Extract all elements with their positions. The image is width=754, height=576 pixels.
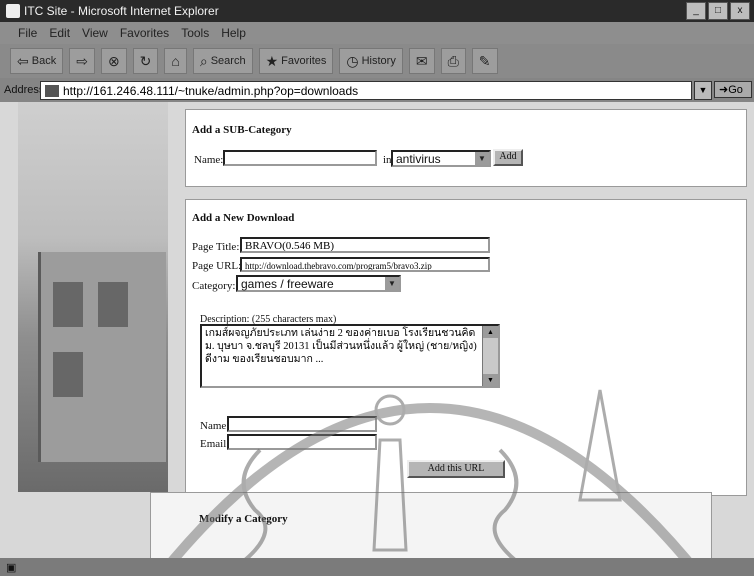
close-button[interactable]: x: [730, 2, 750, 20]
submitter-name-input[interactable]: [227, 416, 377, 432]
forward-button[interactable]: ⇨: [69, 48, 95, 74]
maximize-button[interactable]: □: [708, 2, 728, 20]
building-window: [53, 352, 83, 397]
address-bar: Address http://161.246.48.111/~tnuke/adm…: [0, 78, 754, 102]
home-icon: ⌂: [171, 53, 180, 69]
add-subcategory-button[interactable]: Add: [493, 149, 523, 166]
page-url-input[interactable]: http://download.thebravo.com/program5/br…: [240, 257, 490, 272]
edit-button[interactable]: ✎: [471, 48, 498, 74]
modify-category-heading: Modify a Category: [199, 513, 288, 525]
category-select[interactable]: games / freeware ▼: [236, 275, 401, 292]
modify-category-panel: Modify a Category: [150, 492, 712, 558]
address-dropdown-icon[interactable]: ▼: [694, 81, 712, 100]
description-value: เกมส์ผจญภัยประเภท เล่นง่าย 2 ของค่ายเบอ …: [205, 328, 477, 365]
mail-icon: ✉: [415, 52, 428, 69]
search-button[interactable]: ⌕ Search: [192, 48, 253, 74]
submitter-email-input[interactable]: [227, 434, 377, 450]
page-content: Add a SUB-Category Name: in antivirus ▼ …: [0, 102, 754, 558]
forward-arrow-icon: ⇨: [76, 52, 88, 69]
refresh-button[interactable]: ↻: [132, 48, 159, 74]
subcategory-parent-select[interactable]: antivirus ▼: [391, 150, 491, 167]
page-title-input[interactable]: BRAVO(0.546 MB): [240, 237, 490, 253]
print-button[interactable]: ⎙: [440, 48, 466, 74]
add-url-button[interactable]: Add this URL: [407, 460, 505, 478]
background-building-photo: [18, 102, 168, 492]
category-value: games / freeware: [241, 277, 334, 291]
add-download-panel: Add a New Download Page Title: BRAVO(0.5…: [185, 199, 747, 496]
window-titlebar: ITC Site - Microsoft Internet Explorer _…: [0, 0, 754, 22]
chevron-down-icon: ▼: [475, 152, 489, 165]
print-icon: ⎙: [447, 52, 459, 69]
status-bar: ▣: [0, 558, 754, 576]
page-title-label: Page Title:: [192, 241, 240, 253]
chevron-down-icon: ▼: [385, 277, 399, 290]
subcategory-parent-value: antivirus: [396, 152, 441, 166]
building-window: [53, 282, 83, 327]
minimize-button[interactable]: _: [686, 2, 706, 20]
category-label: Category:: [192, 280, 236, 292]
menu-help[interactable]: Help: [221, 26, 246, 40]
menu-file[interactable]: File: [18, 26, 37, 40]
stop-button[interactable]: ⊗: [100, 48, 127, 74]
browser-toolbar: ⇦ Back ⇨ ⊗ ↻ ⌂ ⌕ Search ★ Favorites ◷ Histor…: [0, 44, 754, 78]
favorites-icon: ★: [265, 52, 279, 69]
menu-bar: File Edit View Favorites Tools Help: [0, 22, 754, 44]
ie-icon: [6, 4, 20, 18]
add-download-heading: Add a New Download: [192, 212, 295, 224]
subcategory-name-label: Name:: [194, 154, 224, 166]
page-url-label: Page URL:: [192, 260, 242, 272]
history-button[interactable]: ◷ History: [339, 48, 403, 74]
submitter-email-label: Email:: [200, 438, 230, 450]
stop-icon: ⊗: [107, 52, 120, 69]
scroll-down-icon[interactable]: ▼: [483, 374, 498, 386]
description-textarea[interactable]: เกมส์ผจญภัยประเภท เล่นง่าย 2 ของค่ายเบอ …: [200, 324, 500, 388]
search-icon: ⌕: [199, 52, 208, 69]
go-button[interactable]: ➜Go: [714, 81, 752, 98]
scroll-up-icon[interactable]: ▲: [483, 326, 498, 338]
description-scrollbar[interactable]: ▲ ▼: [482, 326, 498, 386]
status-page-icon: ▣: [6, 561, 17, 574]
window-controls: _ □ x: [686, 2, 750, 20]
address-input[interactable]: http://161.246.48.111/~tnuke/admin.php?o…: [40, 81, 692, 100]
menu-edit[interactable]: Edit: [49, 26, 70, 40]
page-icon: [45, 84, 59, 97]
edit-icon: ✎: [478, 52, 491, 69]
refresh-icon: ↻: [139, 52, 152, 69]
add-subcategory-heading: Add a SUB-Category: [192, 124, 292, 136]
address-label: Address: [4, 84, 45, 96]
mail-button[interactable]: ✉: [408, 48, 435, 74]
go-arrow-icon: ➜: [719, 84, 729, 96]
address-url: http://161.246.48.111/~tnuke/admin.php?o…: [63, 83, 359, 98]
menu-view[interactable]: View: [82, 26, 108, 40]
back-arrow-icon: ⇦: [17, 52, 29, 69]
menu-tools[interactable]: Tools: [181, 26, 209, 40]
building-window: [98, 282, 128, 327]
subcategory-name-input[interactable]: [223, 150, 377, 166]
favorites-button[interactable]: ★ Favorites: [258, 48, 334, 74]
submitter-name-label: Name:: [200, 420, 230, 432]
back-button[interactable]: ⇦ Back: [10, 48, 64, 74]
add-subcategory-panel: Add a SUB-Category Name: in antivirus ▼ …: [185, 109, 747, 187]
menu-favorites[interactable]: Favorites: [120, 26, 169, 40]
history-icon: ◷: [346, 52, 359, 69]
window-title: ITC Site - Microsoft Internet Explorer: [24, 4, 219, 18]
home-button[interactable]: ⌂: [164, 48, 187, 74]
